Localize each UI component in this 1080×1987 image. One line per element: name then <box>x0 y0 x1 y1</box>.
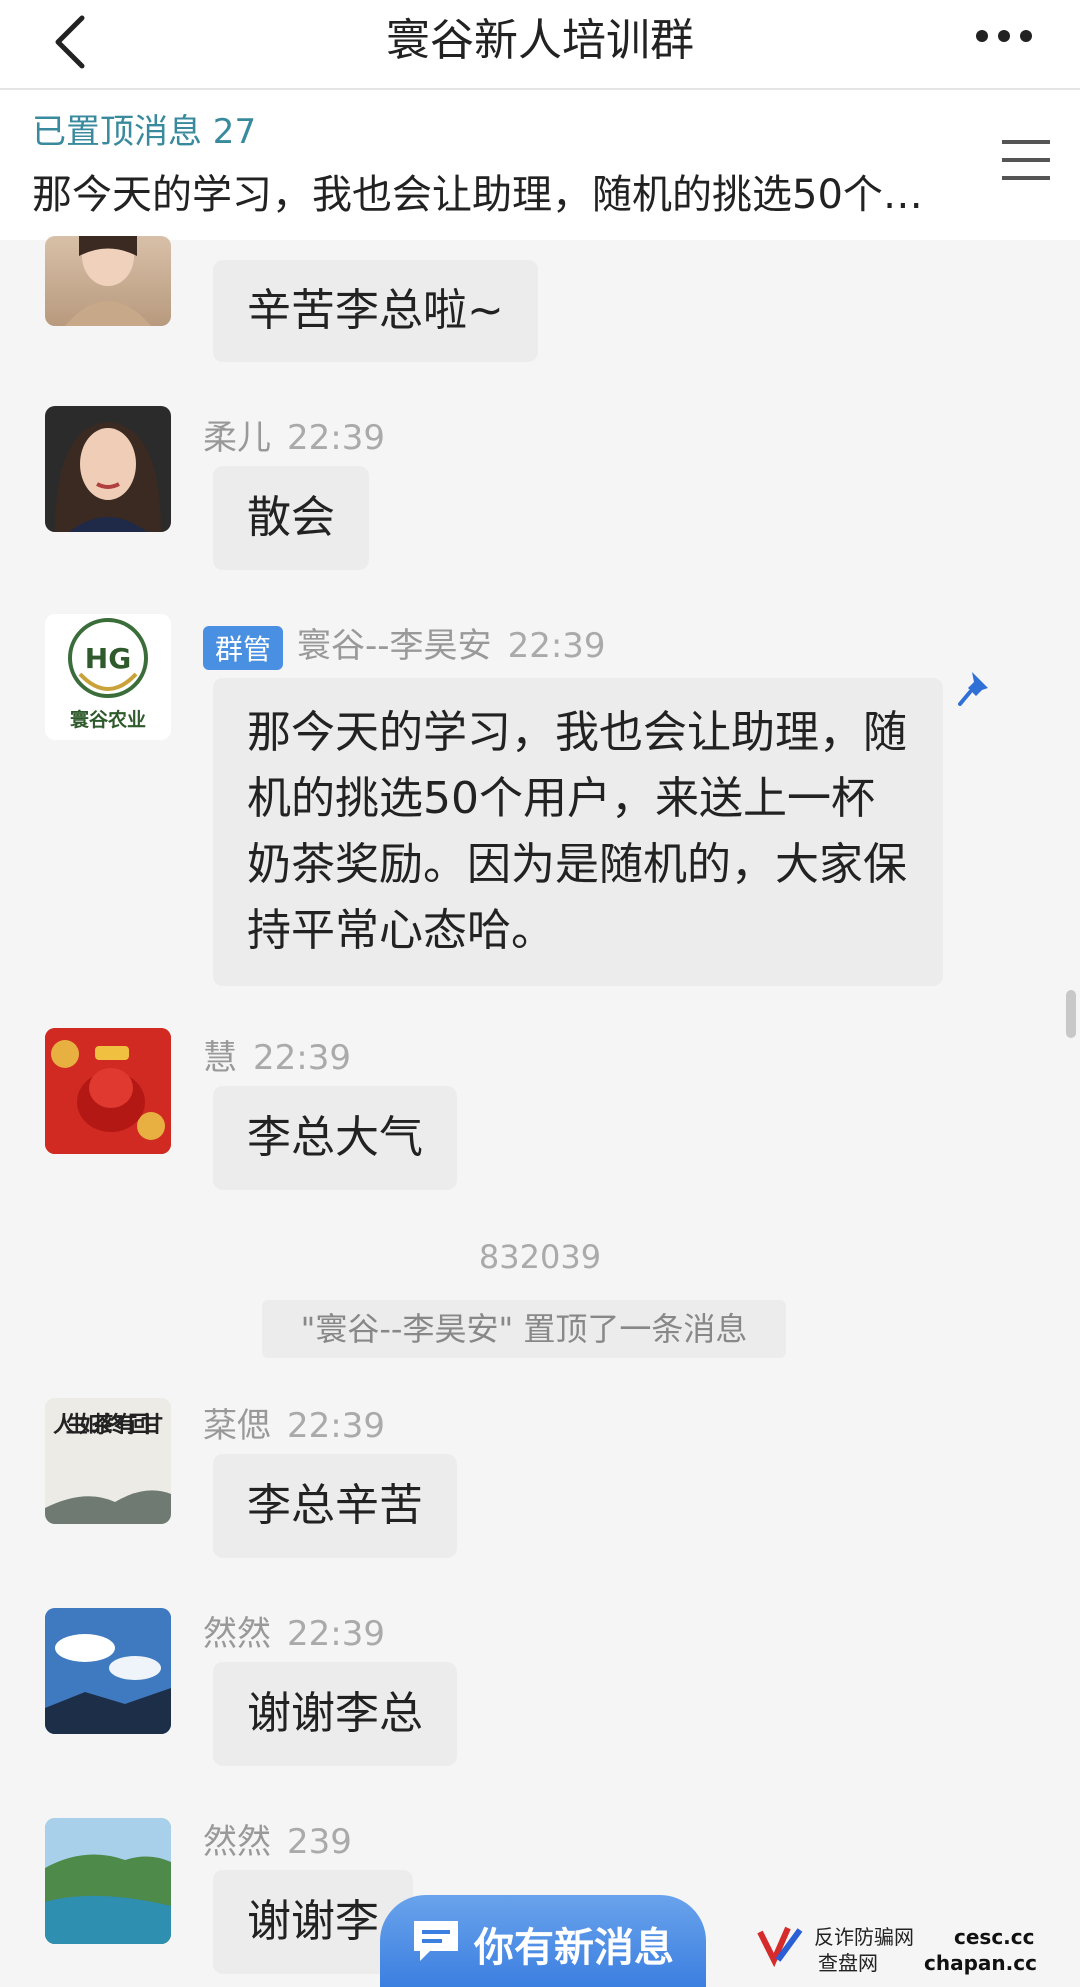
sender-name[interactable]: 然然 <box>203 1822 271 1862</box>
message-time: 22:39 <box>287 1406 385 1446</box>
chat-area: 辛苦李总啦~ 柔儿 22:39 散会 HG 寰谷农业 群管 寰谷--李昊安 22:39… <box>0 236 1080 1987</box>
admin-badge: 群管 <box>203 625 284 670</box>
system-notice: "寰谷--李昊安" 置顶了一条消息 <box>262 1300 786 1358</box>
sender-name[interactable]: 寰谷--李昊安 <box>297 626 492 666</box>
message-meta: 棻偲 22:39 <box>203 1398 385 1447</box>
message-bubble[interactable]: 谢谢李总 <box>213 1662 457 1766</box>
svg-text:查盘网: 查盘网 <box>818 1951 878 1975</box>
avatar-calligraphy: 人生如茶 终有回甘 <box>53 1412 163 1438</box>
pinned-text: 那今天的学习，我也会让助理，随机的挑选50个… <box>32 172 923 218</box>
message-time: 22:39 <box>253 1038 351 1078</box>
message-time: 22:39 <box>287 418 385 458</box>
group-title: 寰谷新人培训群 <box>386 15 694 66</box>
scrollbar-handle[interactable] <box>1066 990 1076 1038</box>
more-options-icon[interactable] <box>974 22 1034 50</box>
avatar[interactable] <box>45 1818 171 1944</box>
sender-name[interactable]: 然然 <box>203 1614 271 1654</box>
system-number: 832039 <box>478 1238 602 1276</box>
sender-name[interactable]: 柔儿 <box>203 418 271 458</box>
message-meta: 然然 22:39 <box>203 1606 385 1655</box>
avatar[interactable] <box>45 1608 171 1734</box>
watermark: 反诈防骗网 查盘网 cesc.cc chapan.cc <box>754 1920 1074 1980</box>
message-time: 239 <box>287 1822 352 1862</box>
message-bubble[interactable]: 辛苦李总啦~ <box>213 260 538 362</box>
pinned-message-bar[interactable]: 已置顶消息 27 那今天的学习，我也会让助理，随机的挑选50个… <box>0 90 1080 240</box>
avatar[interactable] <box>45 406 171 532</box>
avatar[interactable] <box>45 1028 171 1154</box>
pinned-label: 已置顶消息 27 <box>32 112 257 152</box>
new-message-button[interactable]: 你有新消息 <box>380 1895 706 1987</box>
avatar[interactable]: 人生如茶 终有回甘 <box>45 1398 171 1524</box>
sender-name[interactable]: 棻偲 <box>203 1406 271 1446</box>
message-meta: 慧 22:39 <box>203 1030 351 1079</box>
svg-text:cesc.cc: cesc.cc <box>954 1925 1035 1949</box>
avatar[interactable] <box>45 236 171 326</box>
logo-caption: 寰谷农业 <box>70 708 146 731</box>
pin-icon <box>958 672 988 706</box>
message-meta: 柔儿 22:39 <box>203 410 385 459</box>
message-bubble[interactable]: 李总辛苦 <box>213 1454 457 1558</box>
message-bubble[interactable]: 散会 <box>213 466 369 570</box>
message-time: 22:39 <box>287 1614 385 1654</box>
logo-text: HG <box>85 642 131 675</box>
pinned-list-icon[interactable] <box>1000 136 1052 184</box>
message-meta: 群管 寰谷--李昊安 22:39 <box>203 618 606 670</box>
chat-bubble-icon <box>414 1921 458 1961</box>
message-time: 22:39 <box>507 626 606 666</box>
message-bubble[interactable]: 李总大气 <box>213 1086 457 1190</box>
new-message-label: 你有新消息 <box>474 1925 674 1971</box>
svg-text:反诈防骗网: 反诈防骗网 <box>814 1925 914 1949</box>
top-bar: 寰谷新人培训群 <box>0 0 1080 90</box>
svg-text:chapan.cc: chapan.cc <box>924 1951 1037 1975</box>
message-meta: 然然 239 <box>203 1814 352 1863</box>
sender-name[interactable]: 慧 <box>203 1038 237 1078</box>
message-bubble[interactable]: 那今天的学习，我也会让助理，随机的挑选50个用户，来送上一杯奶茶奖励。因为是随机… <box>213 678 943 986</box>
avatar[interactable]: HG 寰谷农业 <box>45 614 171 740</box>
